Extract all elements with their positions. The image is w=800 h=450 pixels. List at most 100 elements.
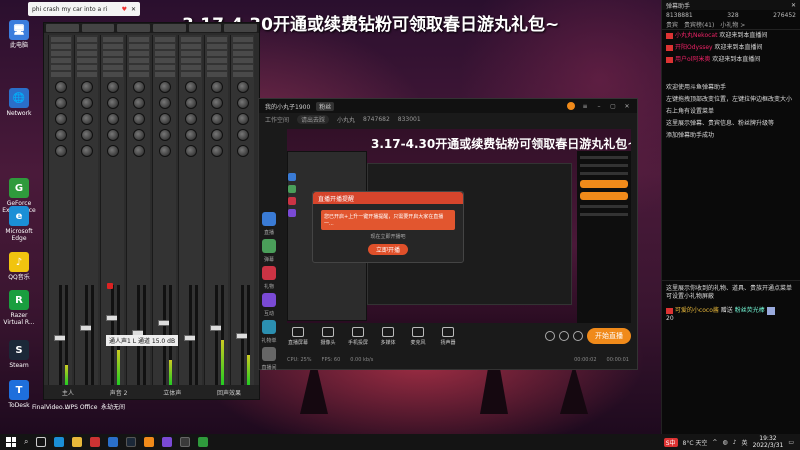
knob-icon[interactable] bbox=[210, 97, 223, 109]
side-tool[interactable]: 礼物单 bbox=[259, 320, 279, 344]
settings-icon[interactable] bbox=[573, 331, 583, 341]
channel-button[interactable] bbox=[154, 44, 175, 49]
knob-icon[interactable] bbox=[80, 113, 93, 125]
knob-icon[interactable] bbox=[132, 129, 145, 141]
knob-icon[interactable] bbox=[158, 97, 171, 109]
channel-button[interactable] bbox=[206, 58, 227, 63]
browser-mini-tab[interactable]: phi crash my car into a ri ♥ ✕ bbox=[28, 2, 140, 16]
side-tool[interactable]: 弹幕 bbox=[259, 239, 279, 263]
close-icon[interactable]: ✕ bbox=[623, 103, 631, 110]
channel-button[interactable] bbox=[102, 58, 123, 63]
desktop-icon[interactable]: R Razer Virtual R... bbox=[2, 290, 36, 326]
channel-button[interactable] bbox=[50, 65, 71, 70]
channel-button[interactable] bbox=[232, 72, 253, 77]
knob-icon[interactable] bbox=[106, 113, 119, 125]
channel-button[interactable] bbox=[180, 65, 201, 70]
knob-icon[interactable] bbox=[236, 113, 249, 125]
ime-indicator[interactable]: S中 bbox=[663, 437, 678, 447]
start-live-button[interactable]: 立即开播 bbox=[368, 244, 408, 255]
desktop-icon[interactable]: 🌐 Network bbox=[2, 88, 36, 117]
channel-button[interactable] bbox=[102, 44, 123, 49]
side-tool[interactable]: 互动 bbox=[259, 293, 279, 317]
windows-start-icon[interactable] bbox=[6, 437, 16, 447]
knob-icon[interactable] bbox=[158, 145, 171, 157]
channel-button[interactable] bbox=[102, 72, 123, 77]
channel-button[interactable] bbox=[128, 58, 149, 63]
tab-guest[interactable]: 贵宾 bbox=[666, 20, 678, 29]
go-live-button[interactable]: 开始直播 bbox=[587, 328, 631, 344]
speaker-icon[interactable]: ♪ bbox=[733, 439, 737, 446]
control-screen-share[interactable]: 直播屏幕 bbox=[285, 326, 311, 346]
app-taskbar-icon[interactable] bbox=[198, 437, 209, 447]
scene-pill[interactable]: 请出去踩 bbox=[297, 114, 330, 124]
record-button[interactable] bbox=[107, 283, 113, 289]
control-camera[interactable]: 摄像头 bbox=[315, 326, 341, 346]
task-view-icon[interactable] bbox=[36, 437, 47, 447]
channel-button[interactable] bbox=[102, 51, 123, 56]
channel-button[interactable] bbox=[180, 51, 201, 56]
channel-button[interactable] bbox=[206, 72, 227, 77]
tab-small-gift[interactable]: 小礼物 > bbox=[720, 20, 745, 29]
maximize-icon[interactable]: ▢ bbox=[609, 103, 617, 110]
channel-button[interactable] bbox=[180, 37, 201, 42]
channel-button[interactable] bbox=[206, 44, 227, 49]
channel-button[interactable] bbox=[102, 65, 123, 70]
knob-icon[interactable] bbox=[54, 97, 67, 109]
channel-button[interactable] bbox=[180, 44, 201, 49]
knob-icon[interactable] bbox=[210, 81, 223, 93]
channel-button[interactable] bbox=[232, 65, 253, 70]
desktop-icon-wps[interactable]: WPS Office bbox=[64, 404, 98, 411]
minimize-icon[interactable]: – bbox=[595, 103, 603, 110]
channel-button[interactable] bbox=[206, 65, 227, 70]
eye-icon[interactable] bbox=[559, 331, 569, 341]
channel-button[interactable] bbox=[206, 37, 227, 42]
channel-button[interactable] bbox=[232, 51, 253, 56]
desktop-icon[interactable]: ♪ QQ音乐 bbox=[2, 252, 36, 281]
lang-indicator[interactable]: 英 bbox=[742, 438, 748, 447]
knob-icon[interactable] bbox=[80, 81, 93, 93]
channel-button[interactable] bbox=[180, 58, 201, 63]
knob-icon[interactable] bbox=[54, 113, 67, 125]
channel-button[interactable] bbox=[128, 44, 149, 49]
channel-button[interactable] bbox=[128, 65, 149, 70]
search-icon[interactable]: ⌕ bbox=[24, 437, 28, 447]
knob-icon[interactable] bbox=[54, 145, 67, 157]
knob-icon[interactable] bbox=[236, 129, 249, 141]
control-media[interactable]: 多媒体 bbox=[375, 326, 401, 346]
channel-button[interactable] bbox=[102, 37, 123, 42]
channel-button[interactable] bbox=[154, 37, 175, 42]
side-tool[interactable]: 直播间 bbox=[259, 347, 279, 371]
chevron-up-icon[interactable]: ^ bbox=[712, 439, 717, 446]
workspace-label[interactable]: 工作空间 bbox=[265, 115, 289, 124]
knob-icon[interactable] bbox=[184, 113, 197, 125]
channel-button[interactable] bbox=[128, 37, 149, 42]
app-taskbar-icon[interactable] bbox=[162, 437, 173, 447]
channel-button[interactable] bbox=[154, 58, 175, 63]
desktop-icon[interactable]: e Microsoft Edge bbox=[2, 206, 36, 242]
channel-button[interactable] bbox=[76, 72, 97, 77]
knob-icon[interactable] bbox=[54, 81, 67, 93]
close-icon[interactable]: ✕ bbox=[791, 2, 796, 9]
steam-taskbar-icon[interactable] bbox=[126, 437, 137, 447]
app-taskbar-icon[interactable] bbox=[90, 437, 101, 447]
mixer-footer-label[interactable]: 回声效果 bbox=[217, 388, 241, 397]
app-taskbar-icon[interactable] bbox=[180, 437, 191, 447]
knob-icon[interactable] bbox=[184, 129, 197, 141]
gift-user[interactable]: 可爱的小coco酱 bbox=[675, 307, 719, 314]
knob-icon[interactable] bbox=[106, 81, 119, 93]
side-tool[interactable]: 礼物 bbox=[259, 266, 279, 290]
knob-icon[interactable] bbox=[132, 113, 145, 125]
knob-icon[interactable] bbox=[132, 97, 145, 109]
channel-button[interactable] bbox=[76, 37, 97, 42]
channel-button[interactable] bbox=[180, 72, 201, 77]
mixer-footer-label[interactable]: 主人 bbox=[62, 388, 74, 397]
channel-button[interactable] bbox=[206, 51, 227, 56]
knob-icon[interactable] bbox=[158, 129, 171, 141]
channel-button[interactable] bbox=[50, 58, 71, 63]
knob-icon[interactable] bbox=[132, 145, 145, 157]
knob-icon[interactable] bbox=[236, 145, 249, 157]
knob-icon[interactable] bbox=[210, 113, 223, 125]
chat-username[interactable]: 小丸丸Nekocat bbox=[675, 32, 717, 39]
channel-button[interactable] bbox=[232, 37, 253, 42]
system-clock[interactable]: 19:32 2022/3/31 bbox=[753, 435, 784, 449]
